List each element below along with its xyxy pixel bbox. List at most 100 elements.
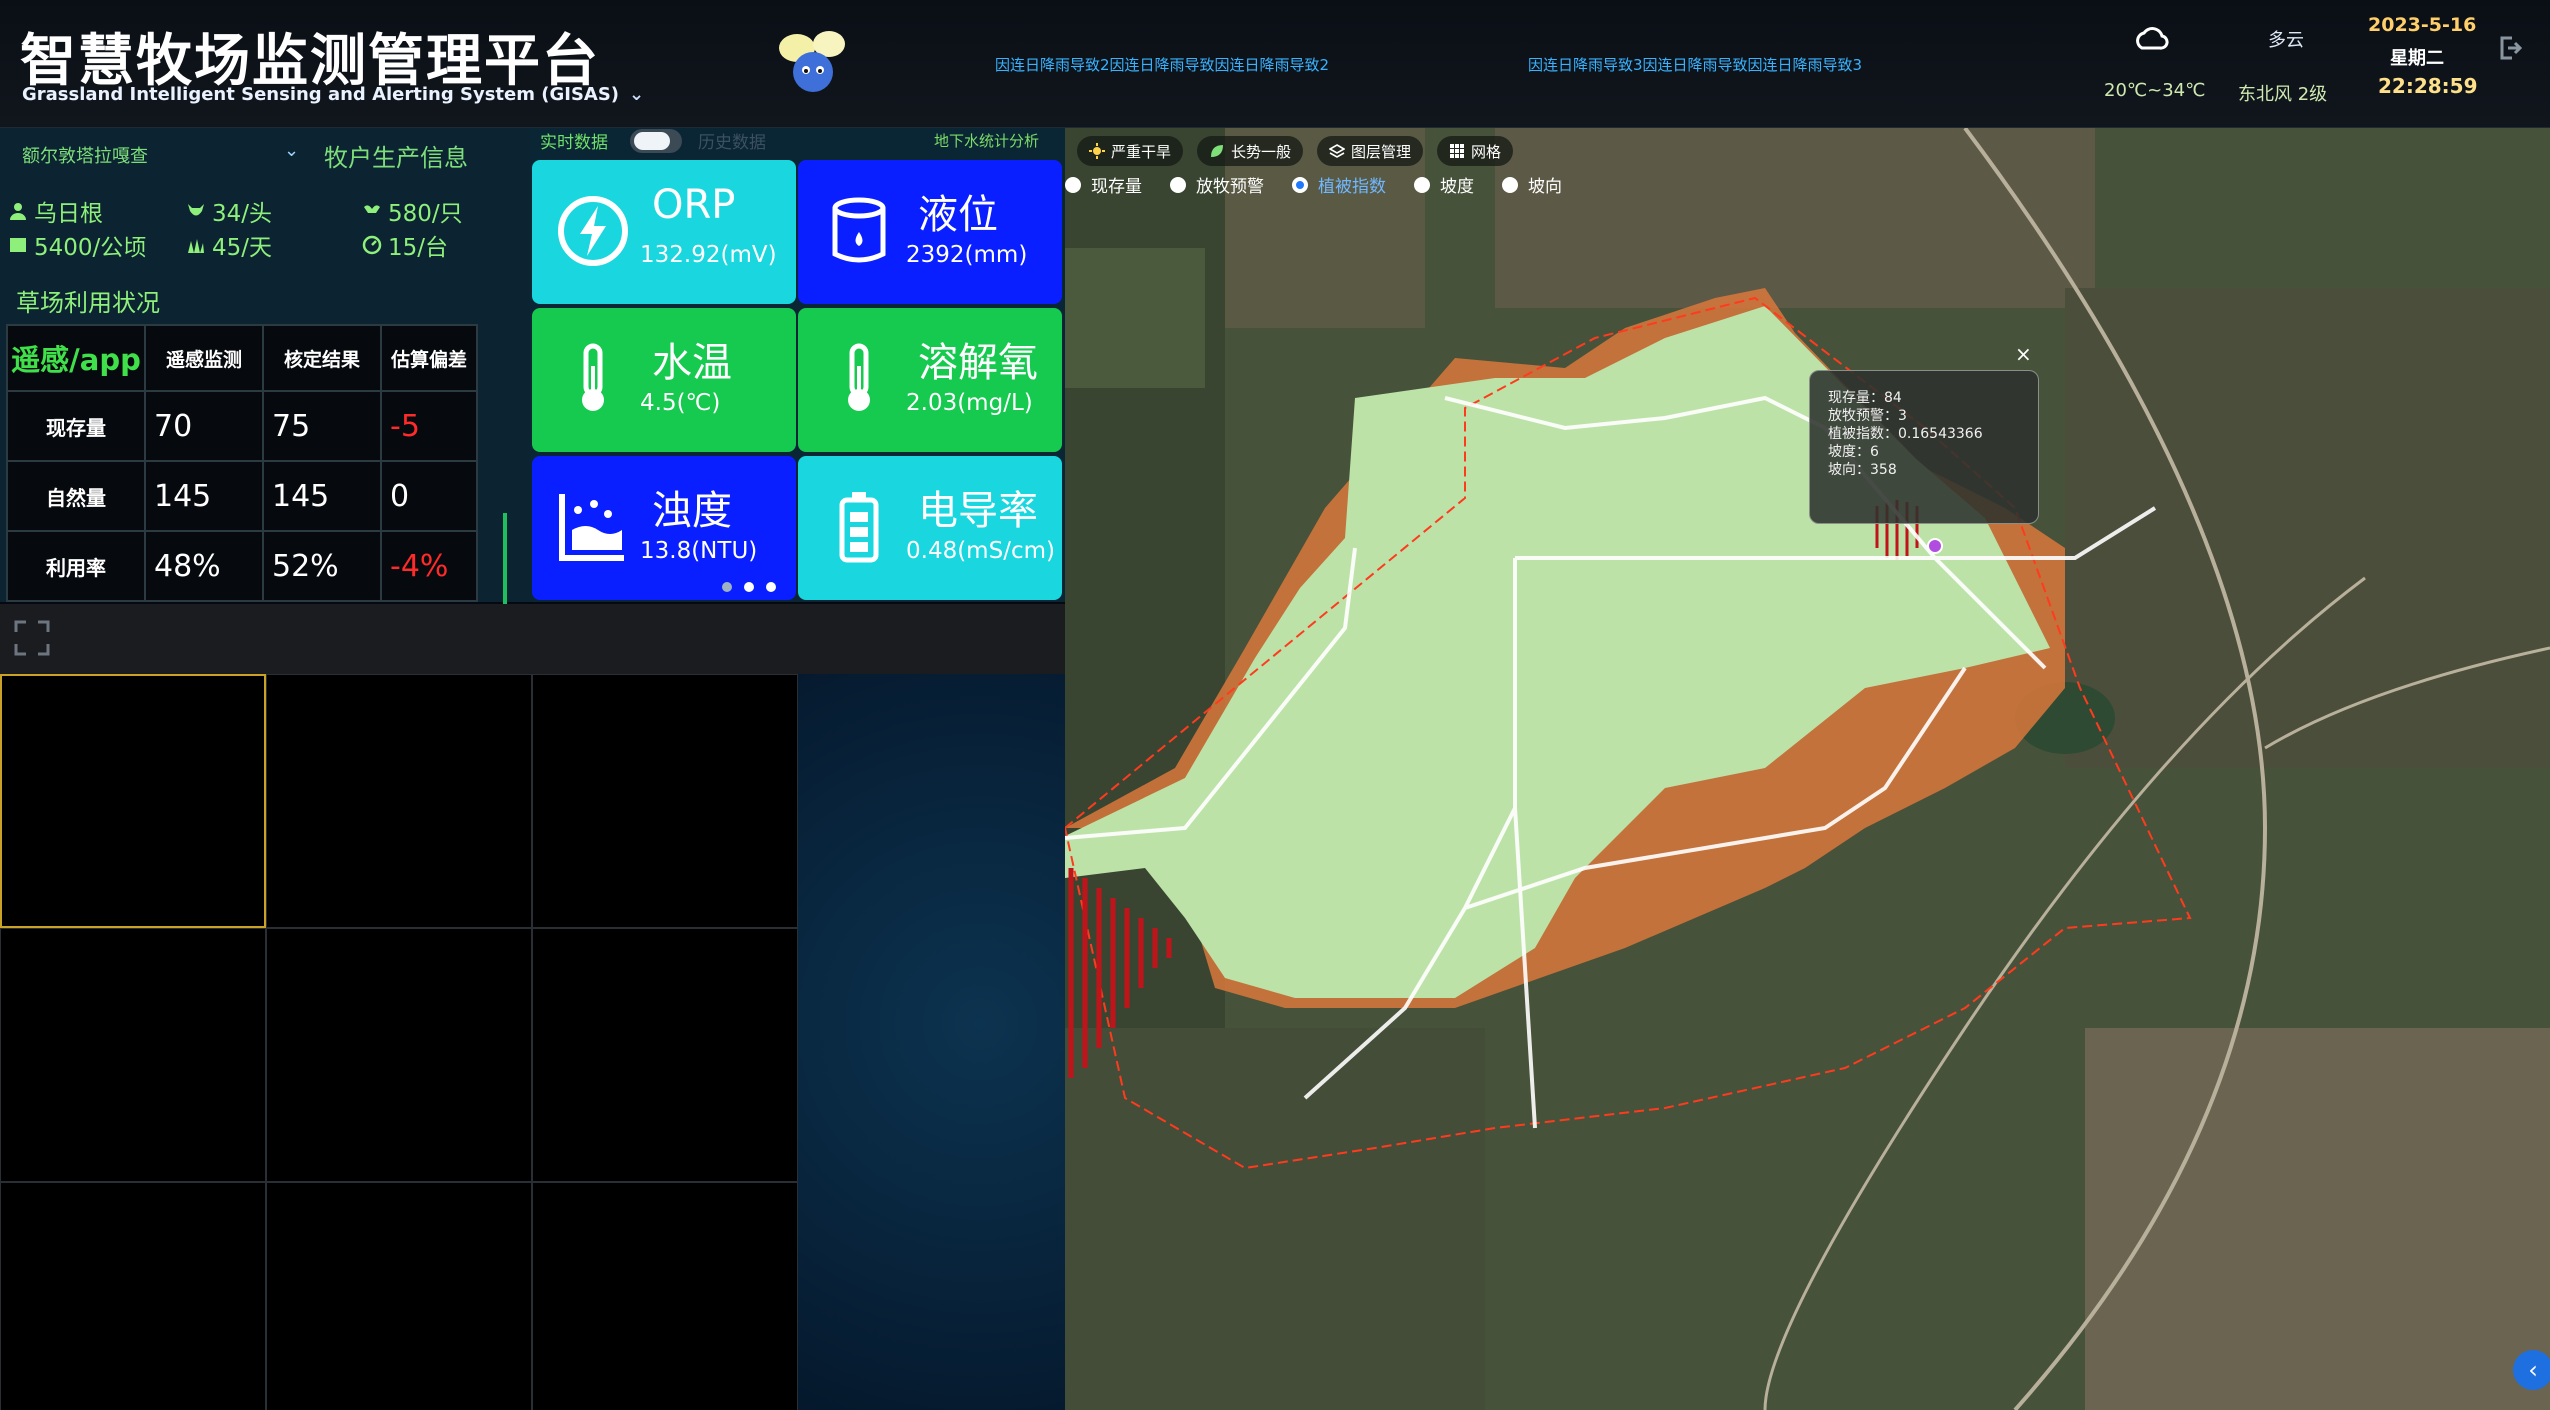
person-icon [10,203,26,220]
video-cell[interactable] [0,1182,266,1410]
sensor-card-dissolved-oxygen[interactable]: 溶解氧 2.03(mg/L) [798,308,1062,452]
subtitle: Grassland Intelligent Sensing and Alerti… [22,84,620,105]
deviation-value: -5 [380,390,478,462]
carousel-dot[interactable] [766,582,776,592]
dashboard: 智慧牧场监测管理平台 Grassland Intelligent Sensing… [0,0,2550,1410]
sensor-card-turbidity[interactable]: 浊度 13.8(NTU) [532,456,796,600]
days-value: 45/天 [212,235,273,261]
verified-value: 52% [262,530,382,602]
sensor-card-water-temp[interactable]: 水温 4.5(℃) [532,308,796,452]
radio-existing[interactable]: 现存量 [1065,172,1142,197]
row-label: 现存量 [6,390,146,462]
alert-ticker-1[interactable]: 因连日降雨导致2因连日降雨导致因连日降雨导致2 [995,54,1329,75]
popup-ndvi: 植被指数：0.16543366 [1828,426,1983,442]
video-cell[interactable] [266,928,532,1182]
sensor-name: 浊度 [652,488,732,534]
water-sensor-panel: 实时数据 历史数据 地下水统计分析 ORP 132.92(mV) 液位 2392… [530,128,1065,602]
sensor-card-conductivity[interactable]: 电导率 0.48(mS/cm) [798,456,1062,600]
collapse-panel-button[interactable]: ‹ [2513,1350,2550,1390]
video-cell[interactable] [266,674,532,928]
verified-value: 145 [262,460,382,532]
close-icon[interactable]: × [2015,342,2032,366]
radio-label: 坡度 [1440,177,1474,197]
table-row: 现存量 70 75 -5 [6,390,478,462]
machines-value: 15/台 [388,235,449,261]
radio-slope[interactable]: 坡度 [1414,172,1474,197]
carousel-dot[interactable] [744,582,754,592]
deviation-value: -4% [380,530,478,602]
popup-aspect: 坡向：358 [1828,462,1897,478]
remote-value: 70 [144,390,264,462]
carousel-dots [722,582,776,592]
production-info-title: 牧户生产信息 [324,144,468,172]
area-icon [10,238,26,252]
chevron-down-icon[interactable]: ⌄ [284,140,299,161]
deviation-value: 0 [380,460,478,532]
radio-grazing-warning[interactable]: 放牧预警 [1170,172,1264,197]
thermometer-icon [582,343,604,411]
sensor-value: 2.03(mg/L) [906,390,1033,416]
radio-aspect[interactable]: 坡向 [1502,172,1562,197]
table-header: 核定结果 [262,324,382,392]
region-select-value[interactable]: 额尔敦塔拉嘎查 [22,142,148,168]
row-label: 利用率 [6,530,146,602]
map-imagery [1065,128,2550,1410]
table-row: 利用率 48% 52% -4% [6,530,478,602]
sensor-value: 132.92(mV) [640,242,777,268]
sensor-name: 电导率 [918,488,1038,534]
tool-severe-drought[interactable]: 严重干旱 [1077,136,1184,166]
alert-ticker-2[interactable]: 因连日降雨导致3因连日降雨导致因连日降雨导致3 [1528,54,1862,75]
video-cell[interactable] [0,928,266,1182]
date: 2023-5-16 [2368,14,2477,36]
chevron-down-icon: ⌄ [629,84,645,105]
video-cell[interactable] [532,674,798,928]
table-row: 自然量 145 145 0 [6,460,478,532]
video-cell[interactable] [266,1182,532,1410]
tool-growth-normal[interactable]: 长势一般 [1197,136,1304,166]
logout-icon[interactable] [2498,34,2522,62]
video-cell[interactable] [532,1182,798,1410]
sensor-card-orp[interactable]: ORP 132.92(mV) [532,160,796,304]
weather-condition: 多云 [2268,30,2304,51]
realtime-toggle[interactable] [630,129,682,153]
table-header: 遥感监测 [144,324,264,392]
table-header: 估算偏差 [380,324,478,392]
video-toolbar [0,604,1065,674]
carousel-dot[interactable] [722,582,732,592]
stat-sheep: 580/只 [362,194,463,228]
tool-label: 网格 [1471,142,1502,161]
video-cell[interactable] [0,674,266,928]
grassland-usage-title: 草场利用状况 [16,289,160,317]
remote-value: 145 [144,460,264,532]
tool-layer-manager[interactable]: 图层管理 [1317,136,1424,166]
area-value: 5400/公顷 [34,235,147,261]
herder-info-panel: 额尔敦塔拉嘎查 ⌄ 牧户生产信息 乌日根 34/头 580/只 5400/公顷 … [0,128,530,673]
fullscreen-icon[interactable] [12,618,52,658]
cloud-icon [2136,27,2169,50]
history-label[interactable]: 历史数据 [698,128,766,153]
sensor-card-level[interactable]: 液位 2392(mm) [798,160,1062,304]
sensor-name: 水温 [652,340,732,386]
radio-label: 坡向 [1528,177,1562,197]
sensor-value: 0.48(mS/cm) [906,538,1055,564]
radio-ndvi[interactable]: 植被指数 [1292,172,1386,197]
usage-table: 遥感/app 遥感监测 核定结果 估算偏差 现存量 70 75 -5 自然量 1… [6,324,478,602]
satellite-map[interactable]: 严重干旱 长势一般 图层管理 网格 现存量 放牧预警 植被指数 坡度 坡向 × … [1065,128,2550,1410]
cattle-icon [188,204,204,216]
leaf-icon [1211,145,1224,157]
system-selector[interactable]: Grassland Intelligent Sensing and Alerti… [22,84,644,105]
stat-machines: 15/台 [362,228,448,262]
stat-cattle: 34/头 [186,194,272,228]
realtime-label: 实时数据 [540,133,608,153]
sensor-value: 4.5(℃) [640,390,721,416]
video-cell[interactable] [532,928,798,1182]
popup-slope: 坡度：6 [1828,444,1879,460]
sensor-value: 2392(mm) [906,242,1028,268]
groundwater-analysis-link[interactable]: 地下水统计分析 [934,130,1039,151]
gauge-icon [362,235,382,255]
popup-grazing: 放牧预警：3 [1828,408,1907,424]
sensor-name: 液位 [918,192,998,238]
tool-grid[interactable]: 网格 [1437,136,1514,166]
battery-icon [839,492,879,563]
stat-herder: 乌日根 [8,194,103,228]
